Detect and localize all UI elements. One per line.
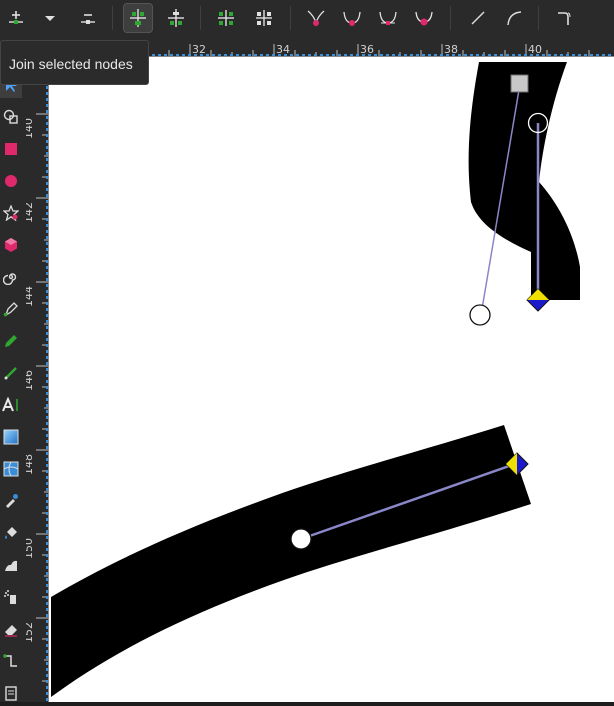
- node-symmetric-button[interactable]: [374, 4, 402, 32]
- segment-line-button[interactable]: [464, 4, 492, 32]
- path-effect-button[interactable]: [550, 4, 578, 32]
- path-node-square[interactable]: [510, 74, 529, 93]
- rectangle-icon: [5, 143, 17, 155]
- join-segment-button[interactable]: [212, 4, 240, 32]
- hruler-label: 38: [444, 43, 458, 56]
- node-smooth-button[interactable]: [338, 4, 366, 32]
- gradient-icon: [3, 429, 19, 445]
- node-cusp-icon: [307, 10, 325, 26]
- box3d-icon: [5, 238, 17, 252]
- tool-eraser[interactable]: [0, 616, 22, 642]
- toolbar-separator: [538, 6, 539, 30]
- toolbar-separator: [290, 6, 291, 30]
- toolbox: [0, 36, 26, 702]
- toolbar-separator: [450, 6, 451, 30]
- canvas-drawing: [51, 62, 580, 697]
- tool-connector[interactable]: [0, 648, 22, 674]
- tool-pen[interactable]: [0, 296, 22, 322]
- tool-shape-builder[interactable]: [0, 104, 22, 130]
- upper-path-shape[interactable]: [468, 62, 580, 300]
- connector-icon: [3, 654, 17, 667]
- segment-delete-icon: [256, 10, 272, 26]
- node-auto-button[interactable]: [410, 4, 438, 32]
- mesh-icon: [3, 461, 19, 477]
- node-symmetric-icon: [379, 11, 397, 25]
- eraser-icon: [5, 625, 17, 637]
- tool-mesh[interactable]: [0, 456, 22, 482]
- pages-icon: [5, 686, 17, 701]
- segment-line-icon: [471, 11, 485, 25]
- bezier-handle-knob[interactable]: [290, 528, 312, 550]
- spray-icon: [4, 590, 16, 604]
- vruler-label: 146: [26, 370, 35, 391]
- tool-pages[interactable]: [0, 680, 22, 706]
- dropdown-arrow-icon: [45, 16, 55, 21]
- node-break-icon: [168, 9, 184, 27]
- tool-spiral[interactable]: [0, 264, 22, 290]
- node-add-icon: [9, 11, 23, 24]
- vruler-label: 144: [26, 286, 35, 307]
- tool-star[interactable]: [0, 200, 22, 226]
- tool-pencil[interactable]: [0, 328, 22, 354]
- pen-icon: [3, 302, 18, 317]
- lower-path-shape[interactable]: [51, 425, 531, 697]
- tool-gradient[interactable]: [0, 424, 22, 450]
- paint-bucket-icon: [5, 527, 17, 539]
- node-delete-icon: [81, 14, 95, 24]
- join-nodes-tooltip: Join selected nodes: [0, 40, 149, 85]
- toolbar-separator: [112, 6, 113, 30]
- shape-builder-icon: [3, 109, 18, 124]
- tool-calligraphy[interactable]: [0, 360, 22, 386]
- hruler-label: 40: [528, 43, 542, 56]
- tool-box3d[interactable]: [0, 232, 22, 258]
- tool-ellipse[interactable]: [0, 168, 22, 194]
- join-nodes-button[interactable]: [123, 3, 153, 33]
- hruler-label: 32: [192, 43, 206, 56]
- star-icon: [3, 205, 19, 221]
- hruler-label: 36: [360, 43, 374, 56]
- tool-dropper[interactable]: [0, 488, 22, 514]
- pencil-icon: [5, 335, 17, 347]
- node-join-icon: [130, 9, 146, 27]
- break-path-button[interactable]: [162, 4, 190, 32]
- tool-paint-bucket[interactable]: [0, 520, 22, 546]
- delete-segment-button[interactable]: [250, 4, 278, 32]
- tool-text[interactable]: [0, 392, 22, 418]
- tool-spray[interactable]: [0, 584, 22, 610]
- vruler-label: 152: [26, 622, 35, 643]
- node-toolbar: [0, 0, 614, 37]
- drawing-canvas[interactable]: [49, 57, 614, 702]
- vruler-label: 140: [26, 118, 35, 139]
- insert-node-button[interactable]: [2, 4, 30, 32]
- tweak-icon: [5, 560, 17, 571]
- segment-curve-icon: [507, 11, 522, 26]
- vertical-ruler: 140 142 144 146 148 150 152: [26, 56, 49, 702]
- tool-tweak[interactable]: [0, 552, 22, 578]
- vruler-label: 148: [26, 454, 35, 475]
- bezier-handle-knob[interactable]: [469, 304, 491, 326]
- tooltip-text: Join selected nodes: [9, 56, 133, 72]
- node-auto-icon: [415, 11, 433, 26]
- spiral-icon: [3, 273, 17, 285]
- segment-join-icon: [218, 10, 234, 26]
- path-effect-icon: [558, 12, 571, 25]
- tool-rectangle[interactable]: [0, 136, 22, 162]
- delete-node-button[interactable]: [74, 4, 102, 32]
- calligraphy-icon: [4, 367, 17, 380]
- segment-curve-button[interactable]: [500, 4, 528, 32]
- vruler-label: 150: [26, 538, 35, 559]
- text-tool-icon: [2, 397, 18, 412]
- node-cusp-button[interactable]: [302, 4, 330, 32]
- node-smooth-icon: [343, 11, 361, 26]
- ellipse-icon: [5, 175, 17, 187]
- insert-node-menu-button[interactable]: [36, 4, 64, 32]
- toolbar-separator: [200, 6, 201, 30]
- hruler-label: 34: [276, 43, 290, 56]
- dropper-icon: [6, 494, 18, 508]
- vruler-label: 142: [26, 202, 35, 223]
